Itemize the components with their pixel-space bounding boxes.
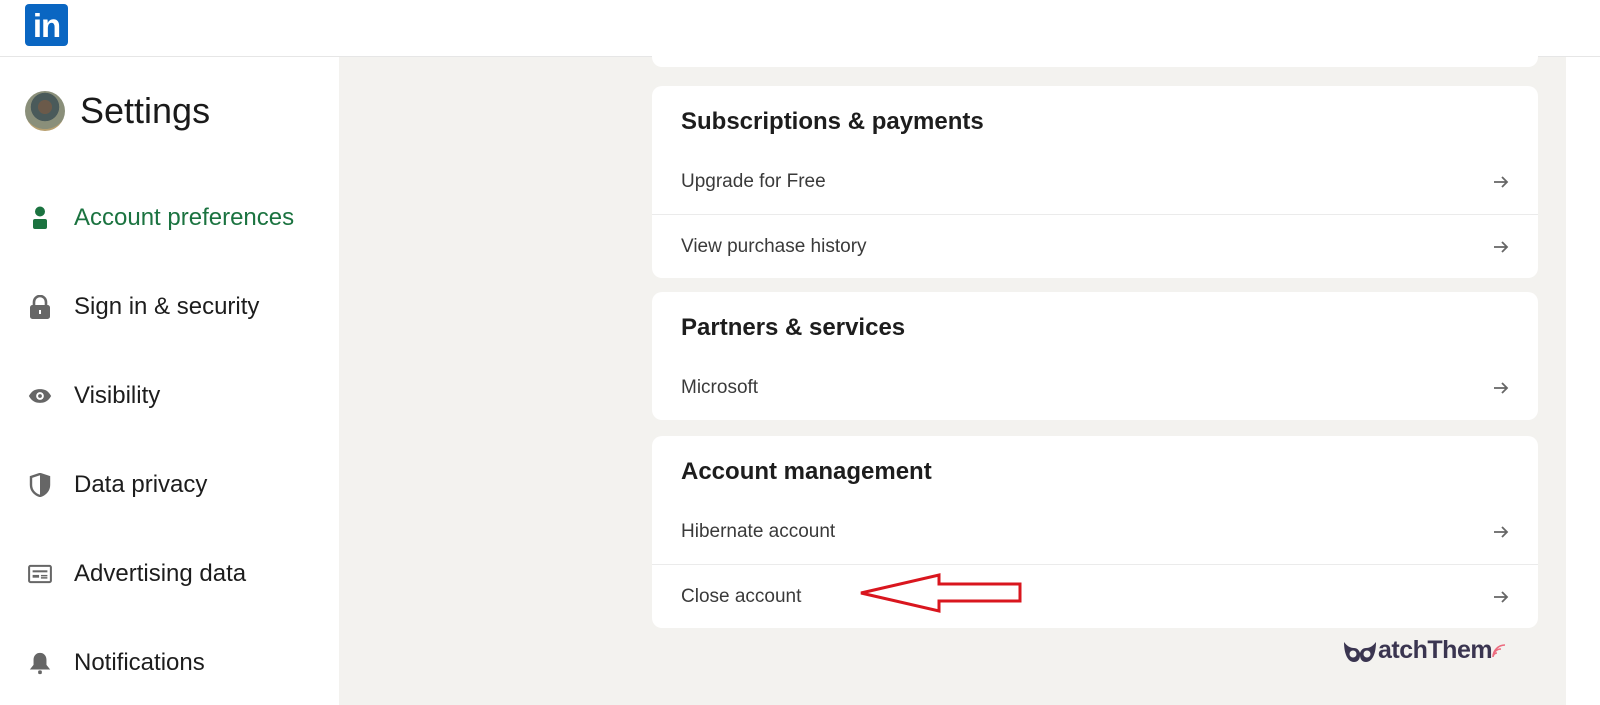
arrow-right-icon [1494, 526, 1509, 538]
arrow-right-icon [1494, 590, 1509, 603]
sidebar-item-label: Advertising data [74, 559, 247, 587]
arrow-right-icon [1494, 176, 1509, 188]
previous-section-card [652, 20, 1538, 67]
sidebar-item-label: Data privacy [74, 470, 208, 498]
page-title: Settings [80, 90, 211, 131]
red-arrow-annotation [860, 573, 1022, 613]
settings-header: Settings [25, 90, 210, 132]
right-edge-panel [1566, 57, 1600, 705]
eye-icon [28, 384, 52, 408]
person-icon [28, 206, 52, 230]
avatar[interactable] [25, 91, 65, 131]
settings-nav: Account preferences Sign in & security V… [0, 173, 339, 705]
sidebar-item-label: Notifications [74, 648, 205, 676]
row-view-purchase-history[interactable]: View purchase history [652, 214, 1538, 278]
signal-icon [1492, 643, 1506, 657]
watchthem-logo-icon [1344, 641, 1376, 662]
section-title: Subscriptions & payments [681, 108, 984, 135]
shield-icon [28, 472, 52, 497]
row-hibernate-account[interactable]: Hibernate account [652, 500, 1538, 564]
lock-icon [28, 294, 52, 319]
section-partners-services: Partners & services Microsoft [652, 292, 1538, 420]
sidebar-item-label: Account preferences [74, 203, 295, 231]
section-account-management: Account management Hibernate account Clo… [652, 436, 1538, 628]
sidebar-item-advertising-data[interactable]: Advertising data [0, 529, 339, 618]
sidebar-item-account-preferences[interactable]: Account preferences [0, 173, 339, 262]
row-label: Hibernate account [681, 521, 836, 542]
watermark: atchThem [1342, 636, 1506, 665]
row-label: Close account [681, 585, 802, 607]
ad-card-icon [28, 562, 52, 586]
sidebar-item-label: Visibility [74, 381, 161, 409]
sidebar-item-notifications[interactable]: Notifications [0, 618, 339, 705]
section-title: Account management [681, 458, 932, 485]
row-microsoft[interactable]: Microsoft [652, 356, 1538, 420]
section-title: Partners & services [681, 314, 906, 341]
row-close-account[interactable]: Close account [652, 564, 1538, 628]
sidebar-item-data-privacy[interactable]: Data privacy [0, 440, 339, 529]
linkedin-logo[interactable]: in [25, 4, 68, 46]
sidebar: Settings Account preferences Sign in & s… [0, 57, 339, 705]
row-label: View purchase history [681, 235, 867, 257]
row-upgrade-for-free[interactable]: Upgrade for Free [652, 150, 1538, 214]
watermark-text: atchThem [1378, 636, 1493, 664]
row-label: Microsoft [681, 377, 759, 398]
sidebar-item-label: Sign in & security [74, 292, 260, 320]
sidebar-item-visibility[interactable]: Visibility [0, 351, 339, 440]
bell-icon [28, 651, 52, 675]
sidebar-item-sign-in-security[interactable]: Sign in & security [0, 262, 339, 351]
section-subscriptions-payments: Subscriptions & payments Upgrade for Fre… [652, 86, 1538, 278]
arrow-right-icon [1494, 240, 1509, 253]
row-label: Upgrade for Free [681, 171, 826, 192]
arrow-right-icon [1494, 382, 1509, 394]
